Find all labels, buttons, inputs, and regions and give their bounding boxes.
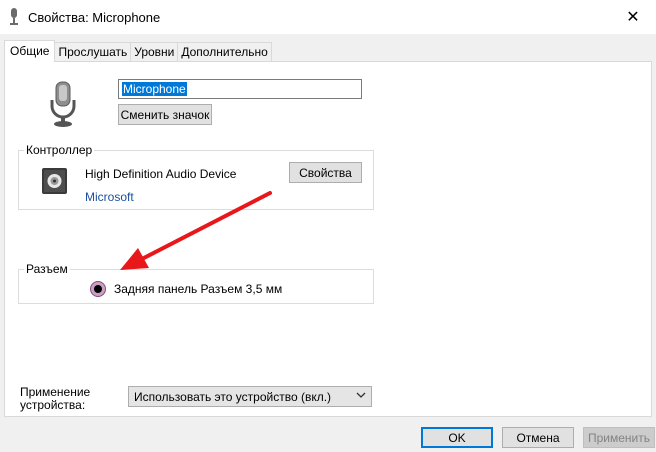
tab-general[interactable]: Общие [4, 40, 56, 62]
device-usage-select[interactable]: Использовать это устройство (вкл.) [128, 386, 372, 407]
jack-color-indicator [90, 281, 106, 297]
controller-name: High Definition Audio Device [85, 167, 237, 181]
jack-group-label: Разъем [24, 262, 70, 276]
tab-panel-general [4, 61, 652, 417]
chevron-down-icon [356, 392, 366, 398]
controller-vendor-link[interactable]: Microsoft [85, 190, 134, 204]
tab-levels[interactable]: Уровни [130, 42, 179, 62]
tab-listen[interactable]: Прослушать [54, 42, 132, 62]
close-button[interactable]: ✕ [610, 0, 656, 34]
tab-advanced[interactable]: Дополнительно [177, 42, 272, 62]
usage-label-line2: устройства: [20, 398, 86, 412]
controller-properties-button[interactable]: Свойства [289, 162, 362, 183]
window-title: Свойства: Microphone [28, 10, 161, 25]
title-bar: Свойства: Microphone ✕ [0, 0, 656, 34]
microphone-app-icon [10, 8, 18, 25]
usage-label: Применение устройства: [20, 386, 90, 412]
jack-description: Задняя панель Разъем 3,5 мм [114, 282, 283, 296]
close-icon: ✕ [626, 9, 640, 26]
cancel-button[interactable]: Отмена [502, 427, 574, 448]
apply-button[interactable]: Применить [583, 427, 655, 448]
change-icon-button[interactable]: Сменить значок [118, 104, 212, 125]
device-usage-selected-value: Использовать это устройство (вкл.) [134, 390, 332, 404]
tab-strip: Общие Прослушать Уровни Дополнительно [4, 40, 272, 62]
device-name-input[interactable]: Microphone [118, 79, 362, 99]
ok-button[interactable]: OK [421, 427, 493, 448]
microphone-icon [50, 81, 76, 127]
controller-group-label: Контроллер [24, 143, 95, 157]
audio-device-icon [42, 168, 67, 194]
